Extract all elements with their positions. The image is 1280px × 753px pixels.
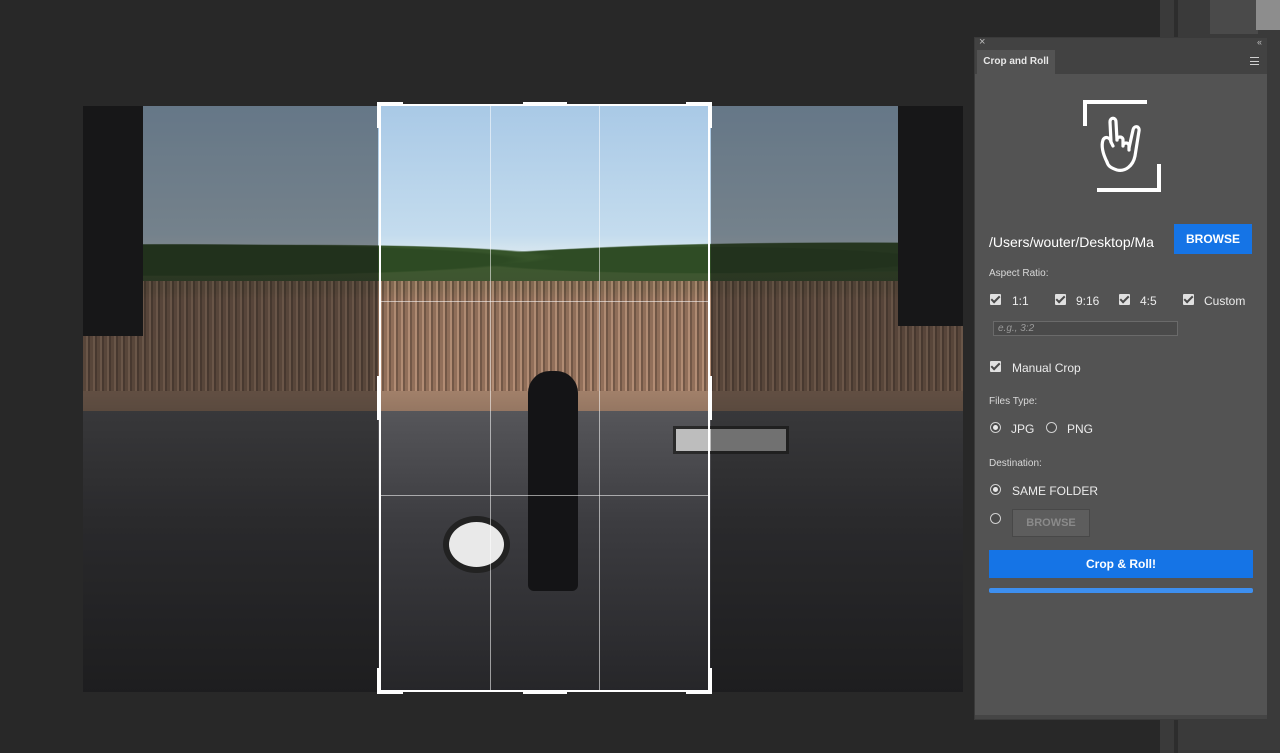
panel-tab-bar: Crop and Roll xyxy=(975,50,1267,74)
crop-grid-line xyxy=(598,106,600,690)
radio-custom-destination[interactable] xyxy=(990,513,1001,524)
crop-handle-top-left[interactable] xyxy=(377,102,403,128)
radio-png[interactable] xyxy=(1046,422,1057,433)
crop-handle-top-right[interactable] xyxy=(686,102,712,128)
crop-handle-left[interactable] xyxy=(377,376,381,420)
manual-crop-label: Manual Crop xyxy=(1012,361,1081,375)
crop-box[interactable] xyxy=(377,102,712,694)
checkbox-9-16-label: 9:16 xyxy=(1076,294,1100,308)
same-folder-label: SAME FOLDER xyxy=(1012,484,1099,498)
tab-crop-and-roll[interactable]: Crop and Roll xyxy=(977,50,1055,74)
radio-png-label: PNG xyxy=(1067,422,1094,436)
crop-grid-line xyxy=(381,495,708,497)
files-type-label: Files Type: xyxy=(989,396,1038,407)
menu-icon[interactable] xyxy=(1250,57,1259,65)
browse-destination-button[interactable]: BROWSE xyxy=(1012,509,1090,537)
document-canvas[interactable] xyxy=(0,0,965,753)
crop-shield-left xyxy=(83,106,378,692)
custom-ratio-input[interactable] xyxy=(993,321,1178,336)
checkbox-1-1[interactable] xyxy=(990,294,1001,305)
radio-same-folder[interactable] xyxy=(990,484,1001,495)
checkbox-4-5[interactable] xyxy=(1119,294,1130,305)
crop-handle-bottom-right[interactable] xyxy=(686,668,712,694)
panel-tab-stub[interactable] xyxy=(1210,0,1258,34)
radio-jpg[interactable] xyxy=(990,422,1001,433)
progress-bar xyxy=(989,588,1253,593)
crop-and-roll-button[interactable]: Crop & Roll! xyxy=(989,550,1253,578)
checkbox-4-5-label: 4:5 xyxy=(1140,294,1157,308)
panel-tab-stub[interactable] xyxy=(1256,0,1280,30)
checkbox-custom[interactable] xyxy=(1183,294,1194,305)
manual-crop-checkbox[interactable] xyxy=(990,361,1001,372)
checkbox-custom-label: Custom xyxy=(1204,294,1246,308)
crop-handle-right[interactable] xyxy=(708,376,712,420)
source-path-field[interactable]: /Users/wouter/Desktop/Ma xyxy=(989,231,1159,253)
destination-label: Destination: xyxy=(989,458,1042,469)
crop-and-roll-panel: × ‹‹ Crop and Roll /Users/wouter/Desktop… xyxy=(974,36,1268,720)
progress-bar-fill xyxy=(989,588,1253,593)
checkbox-1-1-label: 1:1 xyxy=(1012,294,1029,308)
close-icon[interactable]: × xyxy=(979,36,985,48)
panel-bottom-edge xyxy=(975,715,1267,719)
crop-grid-line xyxy=(381,300,708,302)
rock-hand-crop-icon xyxy=(1083,100,1161,192)
radio-jpg-label: JPG xyxy=(1011,422,1035,436)
crop-shield-right xyxy=(711,106,963,692)
panel-title-bar: × ‹‹ xyxy=(975,36,1267,50)
checkbox-9-16[interactable] xyxy=(1055,294,1066,305)
crop-handle-bottom-left[interactable] xyxy=(377,668,403,694)
browse-source-button[interactable]: BROWSE xyxy=(1174,224,1252,254)
aspect-ratio-label: Aspect Ratio: xyxy=(989,268,1049,279)
crop-handle-top[interactable] xyxy=(522,102,567,106)
crop-grid-line xyxy=(489,106,491,690)
crop-handle-bottom[interactable] xyxy=(522,690,567,694)
collapse-icon[interactable]: ‹‹ xyxy=(1257,37,1262,47)
